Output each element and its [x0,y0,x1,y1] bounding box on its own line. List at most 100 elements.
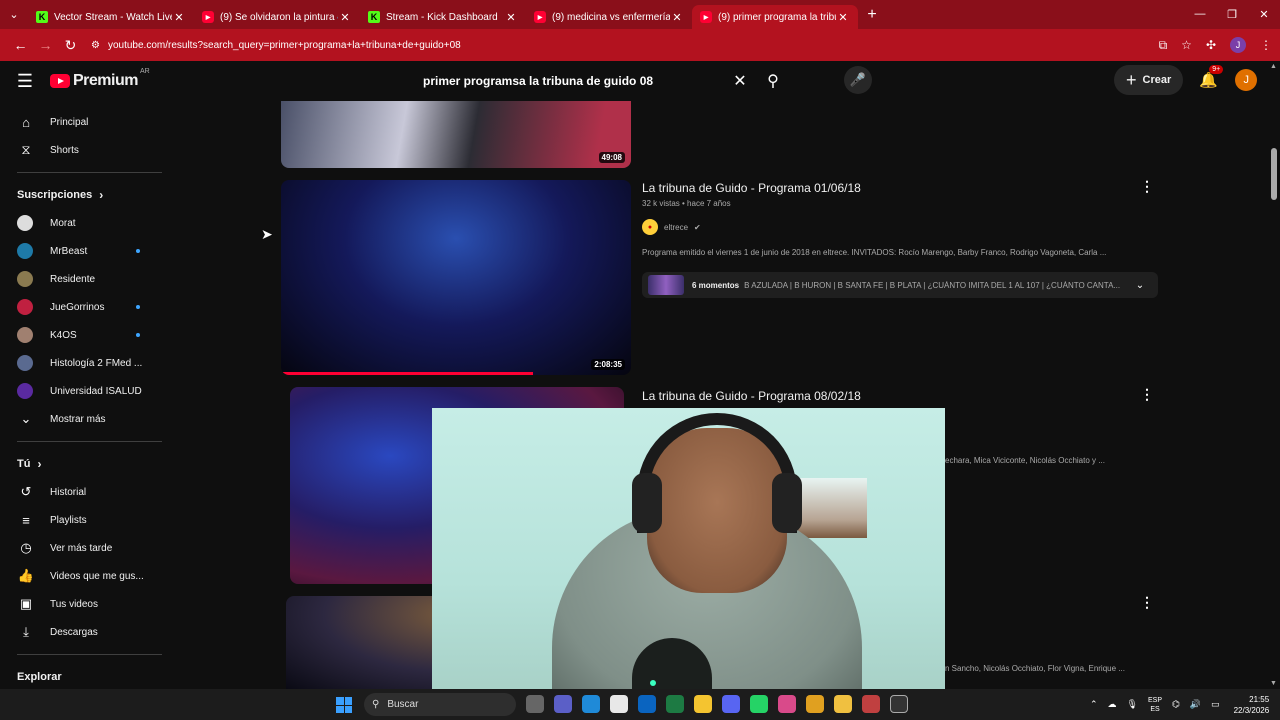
search-icon[interactable]: ⚲ [755,71,791,91]
search-box[interactable]: primer programsa la tribuna de guido 08 … [413,66,791,96]
tab-close-icon[interactable]: ✕ [504,11,518,24]
video-thumbnail[interactable]: 49:08 [281,101,631,168]
video-thumbnail[interactable]: 2:08:35 [281,180,631,375]
key-moments-bar[interactable]: 6 momentos B AZULADA | B HURON | B SANTA… [642,272,1158,298]
photos-icon[interactable] [778,695,796,713]
network-icon[interactable]: ⌬ [1172,699,1180,710]
menu-hamburger-icon[interactable]: ☰ [0,71,50,92]
sidebar-item-label: Shorts [50,144,79,156]
sidebar-item-historial[interactable]: ↺ Historial [0,478,170,506]
teams-icon[interactable] [554,695,572,713]
explore-header: Explorar [0,663,170,689]
chrome-icon[interactable] [806,695,824,713]
clear-search-icon[interactable]: ✕ [725,71,755,91]
bookmark-star-icon[interactable]: ☆ [1181,38,1192,52]
browser-tab[interactable]: ▶ (9) medicina vs enfermería cor ✕ [526,5,692,29]
chrome-active-icon[interactable] [862,695,880,713]
reload-icon[interactable]: ↻ [58,37,83,54]
onedrive-icon[interactable]: ☁ [1108,699,1117,710]
file-explorer-icon[interactable] [834,695,852,713]
sidebar-subscription[interactable]: MrBeast [0,237,170,265]
tab-close-icon[interactable]: ✕ [836,11,850,24]
browser-tab-active[interactable]: ▶ (9) primer programa la tribuna ✕ [692,5,858,29]
sidebar-item-your-videos[interactable]: ▣ Tus videos [0,590,170,618]
you-header[interactable]: Tú › [0,450,170,478]
extensions-icon[interactable]: ✣ [1206,38,1216,52]
scroll-down-icon[interactable]: ▼ [1270,680,1277,687]
minimize-icon[interactable]: — [1184,8,1216,21]
search-input[interactable]: primer programsa la tribuna de guido 08 [413,74,725,88]
sidebar-subscription[interactable]: Residente [0,265,170,293]
store-icon[interactable] [610,695,628,713]
account-avatar[interactable]: J [1235,69,1258,91]
video-title[interactable]: La tribuna de Guido - Programa 08/02/18 [642,389,861,403]
excel-icon[interactable] [666,695,684,713]
channel-avatar: ● [642,219,658,235]
browser-tab[interactable]: ▶ (9) Se olvidaron la pintura 😂# ✕ [194,5,360,29]
clock[interactable]: 21:55 22/3/2026 [1234,694,1270,716]
site-info-icon[interactable]: ⚙ [91,40,100,51]
create-button[interactable]: + Crear [1114,65,1184,95]
sidebar-subscription[interactable]: Universidad ISALUD [0,377,170,405]
tray-chevron-icon[interactable]: ⌃ [1090,699,1098,710]
voice-search-mic-icon[interactable]: 🎤 [844,66,872,94]
forward-icon[interactable]: → [33,37,58,53]
sticky-notes-icon[interactable] [694,695,712,713]
sidebar-item-downloads[interactable]: ⤓ Descargas [0,618,170,646]
scroll-up-icon[interactable]: ▲ [1270,63,1277,70]
discord-icon[interactable] [722,695,740,713]
close-window-icon[interactable]: ✕ [1248,8,1280,21]
more-options-icon[interactable]: ⋮ [1140,178,1154,195]
channel-row[interactable]: ● eltrece ✔ [642,219,701,235]
volume-icon[interactable]: 🔊 [1190,699,1201,710]
browser-tab[interactable]: K Stream - Kick Dashboard ✕ [360,5,526,29]
taskbar-search[interactable]: ⚲ Buscar [364,693,516,716]
tab-close-icon[interactable]: ✕ [172,11,186,24]
sidebar-item-playlists[interactable]: ≡ Playlists [0,506,170,534]
notifications-bell-icon[interactable]: 🔔 9+ [1199,65,1224,89]
sidebar-item-liked[interactable]: 👍 Videos que me gus... [0,562,170,590]
sidebar-subscription[interactable]: K4OS [0,321,170,349]
tab-close-icon[interactable]: ✕ [670,11,684,24]
tab-label: Vector Stream - Watch Live on [54,11,172,23]
more-options-icon[interactable]: ⋮ [1140,386,1154,403]
sidebar-subscription[interactable]: JueGorrinos [0,293,170,321]
sidebar-subscription[interactable]: Histología 2 FMed ... [0,349,170,377]
tab-close-icon[interactable]: ✕ [338,11,352,24]
video-title[interactable]: La tribuna de Guido - Programa 01/06/18 [642,181,861,195]
chevron-right-icon: › [99,188,104,202]
tab-search-button[interactable]: ⌄ [0,0,28,29]
youtube-logo[interactable]: Premium AR [50,68,150,90]
sidebar-item-principal[interactable]: ⌂ Principal [0,108,170,136]
sidebar-subscription[interactable]: Morat [0,209,170,237]
url-text: youtube.com/results?search_query=primer+… [107,39,461,51]
browser-profile-avatar[interactable]: J [1230,37,1246,53]
moments-count: 6 momentos [692,280,740,290]
outlook-icon[interactable] [638,695,656,713]
sidebar-item-watch-later[interactable]: ◷ Ver más tarde [0,534,170,562]
mic-tray-icon[interactable]: 🎙 [1127,699,1138,710]
sidebar-item-shorts[interactable]: ⧖ Shorts [0,136,170,164]
edge-icon[interactable] [582,695,600,713]
show-more-button[interactable]: ⌄ Mostrar más [0,405,170,433]
install-app-icon[interactable]: ⧉ [1159,38,1168,53]
whatsapp-icon[interactable] [750,695,768,713]
plus-icon: + [1126,69,1137,90]
windows-start-icon[interactable] [336,697,352,713]
battery-icon[interactable]: ▭ [1211,699,1220,710]
obs-icon[interactable] [890,695,908,713]
subscriptions-header[interactable]: Suscripciones › [0,181,170,209]
page-scrollbar[interactable]: ▲ ▼ [1268,61,1280,689]
back-icon[interactable]: ← [8,37,33,53]
new-tab-button[interactable]: + [860,6,884,24]
restore-icon[interactable]: ❐ [1216,8,1248,21]
scrollbar-thumb[interactable] [1271,148,1277,200]
url-field[interactable]: ⚙ youtube.com/results?search_query=prime… [91,40,1159,51]
chevron-down-icon[interactable]: ⌄ [1122,280,1158,291]
browser-tab[interactable]: K Vector Stream - Watch Live on ✕ [28,5,194,29]
mouse-cursor-icon: ➤ [261,226,273,242]
more-options-icon[interactable]: ⋮ [1140,594,1154,611]
task-view-icon[interactable] [526,695,544,713]
browser-menu-icon[interactable]: ⋮ [1260,38,1272,52]
language-indicator[interactable]: ESP ES [1148,696,1162,714]
